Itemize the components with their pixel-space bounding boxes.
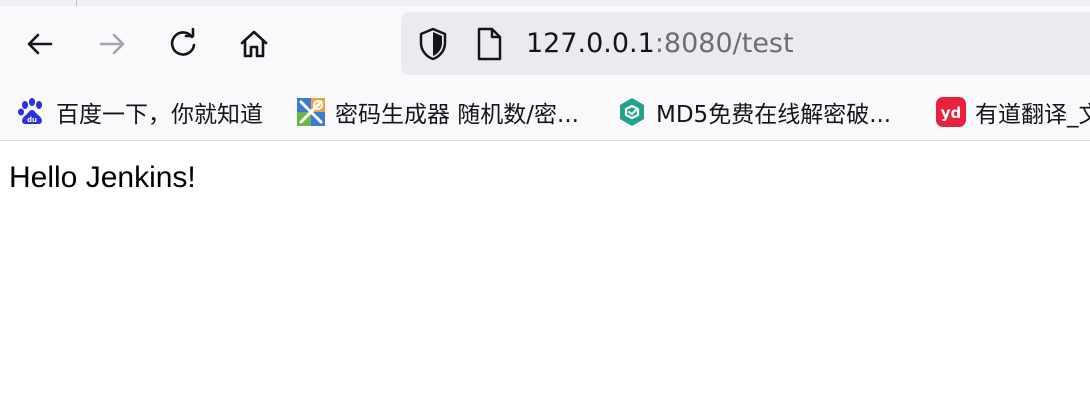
bookmark-md5[interactable]: MD5免费在线解密破... (616, 94, 891, 130)
url-host: 127.0.0.1 (526, 28, 655, 59)
bookmark-youdao[interactable]: yd 有道翻译_文 (935, 94, 1090, 130)
bookmark-label: MD5免费在线解密破... (656, 102, 892, 128)
forward-arrow-icon (99, 33, 125, 55)
reload-button[interactable] (163, 24, 203, 64)
tab-strip (0, 0, 1090, 6)
navigation-toolbar: 127.0.0.1:8080/test (0, 10, 1090, 78)
bookmark-label: 密码生成器 随机数/密... (335, 102, 579, 128)
back-button[interactable] (20, 24, 60, 64)
bookmark-baidu[interactable]: du 百度一下，你就知道 (16, 94, 263, 130)
page-content: Hello Jenkins! (0, 141, 1090, 404)
bookmark-password-generator[interactable]: 密码生成器 随机数/密... (295, 94, 579, 130)
url-path: :8080/test (654, 28, 794, 59)
bookmarks-bar: du 百度一下，你就知道 密码生成器 随机数/密... MD5免费在线解密破..… (0, 88, 1090, 138)
baidu-icon: du (16, 96, 48, 128)
browser-chrome: 127.0.0.1:8080/test du 百度一下，你就知道 密码生成器 随… (0, 0, 1090, 141)
svg-text:du: du (27, 116, 37, 124)
bookmark-label: 有道翻译_文 (975, 102, 1090, 128)
back-arrow-icon (27, 33, 53, 55)
page-icon[interactable] (473, 26, 505, 62)
md5-icon (616, 96, 648, 128)
tab-separator (76, 0, 77, 6)
reload-icon (170, 27, 196, 56)
home-button[interactable] (234, 24, 274, 64)
home-icon (240, 30, 268, 58)
svg-text:yd: yd (941, 104, 962, 122)
page-text: Hello Jenkins! (9, 161, 196, 194)
bookmark-label: 百度一下，你就知道 (56, 102, 263, 128)
url-bar[interactable]: 127.0.0.1:8080/test (401, 12, 1090, 75)
forward-button[interactable] (92, 24, 132, 64)
youdao-icon: yd (935, 96, 967, 128)
password-generator-icon (295, 96, 327, 128)
url-text[interactable]: 127.0.0.1:8080/test (526, 26, 794, 62)
shield-icon[interactable] (415, 26, 451, 62)
